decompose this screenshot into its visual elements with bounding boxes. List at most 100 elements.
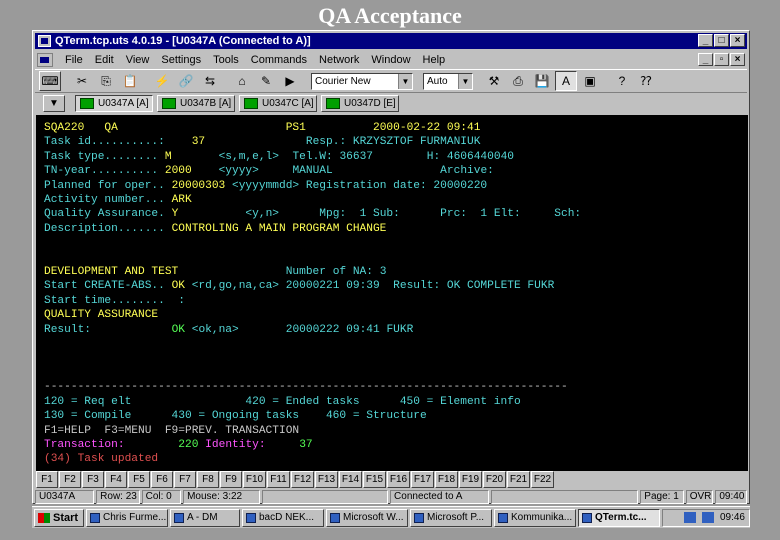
screen-ps: PS1 [285,122,306,134]
fkey-f5[interactable]: F5 [128,471,150,488]
menu-help[interactable]: Help [417,54,452,66]
fkey-f12[interactable]: F12 [291,471,314,488]
tools-icon[interactable]: ⚒ [483,71,505,91]
image-icon[interactable]: ▣ [579,71,601,91]
session-tab-b[interactable]: U0347B [A] [157,94,235,112]
font-combo[interactable]: Courier New ▼ [311,72,413,90]
menu-view[interactable]: View [120,54,156,66]
menu-network[interactable]: Network [313,54,365,66]
window-titlebar[interactable]: QTerm.tcp.uts 4.0.19 - [U0347A (Connecte… [35,33,747,49]
start-result: Result: OK COMPLETE FUKR [393,280,555,293]
fkey-f4[interactable]: F4 [105,471,127,488]
terminal-screen[interactable]: SQA220 QA PS1 2000-02-22 09:41 Task id..… [36,115,748,471]
menu-file[interactable]: File [59,54,89,66]
context-help-icon[interactable]: ⁇ [635,71,657,91]
fkey-f2[interactable]: F2 [59,471,81,488]
fkey-f16[interactable]: F16 [387,471,410,488]
edit-icon[interactable]: ✎ [255,71,277,91]
menu-bar: File Edit View Settings Tools Commands N… [35,51,747,68]
close-button[interactable]: × [730,34,745,47]
maximize-button[interactable]: □ [714,34,729,47]
taskbar-item-1[interactable]: Chris Furme... [86,508,168,527]
menu-edit[interactable]: Edit [89,54,120,66]
start-create-value[interactable]: OK [172,280,185,292]
fkey-f1[interactable]: F1 [36,471,58,488]
result-date: 20000222 09:41 FUKR [285,323,414,336]
font-a-icon[interactable]: A [555,71,577,91]
taskbar-item-label: QTerm.tc... [595,511,647,523]
fkey-f7[interactable]: F7 [174,471,196,488]
session-tab-d[interactable]: U0347D [E] [321,94,399,112]
monitor-icon [326,97,340,109]
menu-settings[interactable]: Settings [155,54,207,66]
session-tab-a[interactable]: U0347A [A] [75,94,153,112]
fkey-f19[interactable]: F19 [459,471,482,488]
status-row: Row: 23 [96,490,140,504]
session-tab-label: U0347A [A] [98,97,149,109]
transaction-input[interactable]: 220 [178,439,198,451]
qa-value[interactable]: Y [172,208,179,220]
fkey-f8[interactable]: F8 [197,471,219,488]
fkey-f9[interactable]: F9 [220,471,242,488]
fkey-f15[interactable]: F15 [363,471,386,488]
link-icon[interactable]: 🔗 [175,71,197,91]
menu-window[interactable]: Window [365,54,416,66]
description-value[interactable]: CONTROLING A MAIN PROGRAM CHANGE [172,223,387,235]
fkey-f11[interactable]: F11 [267,471,290,488]
doc-minimize-button[interactable]: _ [698,53,713,66]
status-ovr: OVR [685,490,714,504]
save-icon[interactable]: 💾 [531,71,553,91]
fkey-f10[interactable]: F10 [243,471,266,488]
fkey-f20[interactable]: F20 [483,471,506,488]
minimize-button[interactable]: _ [698,34,713,47]
taskbar-item-2[interactable]: A - DM [170,508,240,527]
session-tab-label: U0347B [A] [180,97,232,109]
fkey-f21[interactable]: F21 [507,471,530,488]
fkey-f3[interactable]: F3 [82,471,104,488]
menu-commands[interactable]: Commands [245,54,313,66]
paste-icon[interactable]: 📋 [119,71,141,91]
transfer-icon[interactable]: ⇆ [199,71,221,91]
document-system-menu-icon[interactable] [37,52,53,67]
taskbar-item-5[interactable]: Microsoft P... [410,508,492,527]
activity-value[interactable]: ARK [172,194,192,206]
copy-icon[interactable]: ⎘ [95,71,117,91]
taskbar-item-4[interactable]: Microsoft W... [326,508,408,527]
doc-close-button[interactable]: × [730,53,745,66]
qterm-window: QTerm.tcp.uts 4.0.19 - [U0347A (Connecte… [32,30,750,504]
fkey-f17[interactable]: F17 [411,471,434,488]
fkey-f6[interactable]: F6 [151,471,173,488]
identity-input[interactable]: 37 [299,439,312,451]
tn-year-value[interactable]: 2000 [165,165,192,177]
fkey-f22[interactable]: F22 [531,471,554,488]
session-tab-c[interactable]: U0347C [A] [239,94,317,112]
help-icon[interactable]: ? [611,71,633,91]
fkey-f14[interactable]: F14 [339,471,362,488]
qa-result-value[interactable]: OK [172,324,185,336]
resp-text: Resp.: KRZYSZTOF FURMANIUK [305,136,481,149]
connect-icon[interactable]: ⌨ [39,71,61,91]
start-button[interactable]: Start [34,508,84,527]
tray-icon[interactable] [701,512,714,523]
home-icon[interactable]: ⌂ [231,71,253,91]
macro-icon[interactable]: ⚡ [151,71,173,91]
tray-icon[interactable] [683,512,696,523]
play-icon[interactable]: ▶ [279,71,301,91]
taskbar-item-qterm[interactable]: QTerm.tc... [578,508,660,527]
size-combo[interactable]: Auto ▼ [423,72,473,90]
task-type-value[interactable]: M [165,151,172,163]
menu-tools[interactable]: Tools [207,54,245,66]
doc-restore-button[interactable]: ▫ [714,53,729,66]
task-id-value[interactable]: 37 [165,136,205,148]
planned-value[interactable]: 20000303 [172,180,226,192]
fkey-f18[interactable]: F18 [435,471,458,488]
fkey-f13[interactable]: F13 [315,471,338,488]
taskbar-item-6[interactable]: Kommunika... [494,508,576,527]
cut-icon[interactable]: ✂ [71,71,93,91]
session-menu-icon[interactable]: ▼ [43,94,65,112]
taskbar-item-3[interactable]: bacD NEK... [242,508,324,527]
taskbar-item-label: bacD NEK... [259,511,315,523]
archive-label: Archive: [440,165,494,178]
print-icon[interactable]: ⎙ [507,71,529,91]
field-label: TN-year.......... [44,165,165,178]
